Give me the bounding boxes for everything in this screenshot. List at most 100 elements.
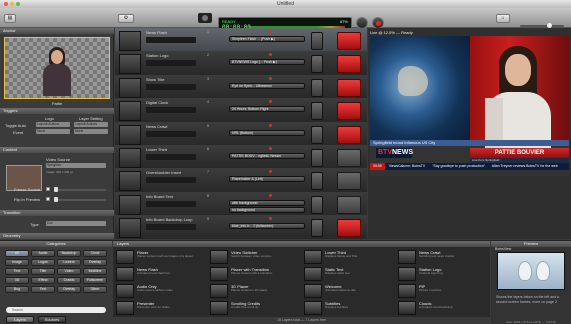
anchor-section-header[interactable]: Anchor: [0, 28, 114, 34]
layer-variant-select[interactable]: Eye on Sprin... Ultrasmon: [229, 82, 305, 89]
layer-slider[interactable]: [146, 60, 196, 67]
fullscreen-button[interactable]: ⌂: [496, 14, 510, 23]
library-item-thumbnail[interactable]: [398, 284, 416, 298]
layer-variant-select[interactable]: BTVNEWS Logo (... Push ▶): [229, 59, 305, 66]
library-item[interactable]: 3D Placer Places content in 3D space: [210, 283, 300, 299]
zoom-window-button[interactable]: [16, 2, 20, 6]
category-button[interactable]: Overlay: [83, 259, 107, 266]
layer-row[interactable]: Overshoulder Insert 7 Placeholder & (Left): [115, 168, 367, 195]
library-item[interactable]: Lower Third Displays Name and Title: [304, 249, 394, 265]
library-item[interactable]: Video Switcher Switch between video sourc…: [210, 249, 300, 265]
layer-edit-button[interactable]: [311, 102, 323, 121]
layer-thumbnail[interactable]: [119, 77, 141, 98]
category-button[interactable]: Title: [31, 268, 55, 275]
layer-live-toggle[interactable]: [337, 219, 361, 238]
category-button[interactable]: Multiline: [83, 268, 107, 275]
layer-live-toggle[interactable]: [337, 32, 361, 50]
layer-edit-button[interactable]: [311, 149, 323, 167]
layer-thumbnail[interactable]: [119, 148, 141, 168]
category-button[interactable]: All: [5, 250, 29, 257]
layer-row[interactable]: Station Logo 2 BTVNEWS Logo (... Push ▶): [115, 51, 367, 78]
library-item-thumbnail[interactable]: [116, 250, 134, 264]
transition-section-header[interactable]: Transition: [0, 210, 114, 216]
layer-thumbnail[interactable]: [119, 31, 141, 51]
layer-row[interactable]: Show Title 3 Eye on Sprin... Ultrasmon: [115, 74, 367, 101]
layer-thumbnail[interactable]: [119, 194, 141, 215]
category-button[interactable]: Image: [5, 259, 29, 266]
freeze-slider-thumb[interactable]: [54, 187, 58, 192]
category-button[interactable]: Crawls: [57, 277, 81, 284]
layer-variant-select[interactable]: URL (Bottom): [229, 129, 305, 136]
sidebar-toggle-button[interactable]: ▤: [4, 14, 16, 23]
triggers-section-header[interactable]: Triggers: [0, 108, 114, 114]
layer-slider[interactable]: [146, 83, 196, 90]
category-button[interactable]: Overlay: [57, 286, 81, 293]
close-window-button[interactable]: [4, 2, 8, 6]
event-field[interactable]: None: [36, 129, 70, 134]
library-item[interactable]: Subtitles Displays subtitles: [304, 300, 394, 316]
layer-slider[interactable]: [146, 154, 196, 160]
category-button[interactable]: Fullscreen: [83, 277, 107, 284]
anchor-preview[interactable]: [4, 37, 110, 99]
category-button[interactable]: Clock: [83, 250, 107, 257]
layer-variant-select[interactable]: Simpleen Flash ... (Push ▶): [229, 36, 305, 42]
category-button[interactable]: Video: [57, 268, 81, 275]
layer-live-toggle[interactable]: [337, 149, 361, 167]
layer-edit-button[interactable]: [311, 55, 323, 74]
freeze-slider[interactable]: [54, 187, 106, 192]
layer-slider[interactable]: [146, 130, 196, 137]
layer-slider[interactable]: [146, 177, 196, 184]
layer-slider[interactable]: [146, 107, 196, 114]
layer-edit-button[interactable]: [311, 219, 323, 238]
library-item[interactable]: Placer Places content such as images of a…: [116, 249, 206, 265]
library-item-thumbnail[interactable]: [304, 250, 322, 264]
layer-variant-select[interactable]: Placeholder & (Left): [229, 176, 305, 183]
layer-row[interactable]: Lower Third 6 PATTIE BOUV... ngfield, Ness…: [115, 145, 367, 171]
layer-slider[interactable]: [146, 37, 196, 43]
category-button[interactable]: Backdrop: [57, 250, 81, 257]
category-button[interactable]: Text: [5, 268, 29, 275]
library-item-thumbnail[interactable]: [398, 250, 416, 264]
toggle-field-2[interactable]: Layout Autuos: [74, 122, 108, 127]
library-item[interactable]: PiP Picture in picture: [398, 283, 488, 299]
layer-row[interactable]: Digital Clock 4 24 Hours, Bottom Right: [115, 98, 367, 125]
layer-live-toggle[interactable]: [337, 102, 361, 121]
search-input[interactable]: Search: [6, 307, 106, 313]
layer-variant-select[interactable]: 24 Hours, Bottom Right: [229, 106, 305, 113]
layer-live-toggle[interactable]: [337, 55, 361, 74]
geometry-section-header[interactable]: Geometry: [0, 233, 114, 239]
library-item-thumbnail[interactable]: [304, 284, 322, 298]
layer-row[interactable]: News Crawl 5 URL (Bottom): [115, 121, 367, 148]
library-item-thumbnail[interactable]: [210, 250, 228, 264]
layer-thumbnail[interactable]: [119, 171, 141, 192]
layer-live-toggle[interactable]: [337, 172, 361, 191]
layer-edit-button[interactable]: [311, 78, 323, 97]
layer-edit-button[interactable]: [311, 172, 323, 191]
library-item[interactable]: Welcome Animated welcome title: [304, 283, 394, 299]
settings-button[interactable]: ⚙: [118, 14, 134, 23]
toggle-field[interactable]: Layout Autuos: [36, 122, 70, 127]
library-item-thumbnail[interactable]: [116, 301, 134, 315]
layer-variant-select-2[interactable]: no background: [229, 206, 305, 213]
layer-slider[interactable]: [146, 224, 196, 231]
library-item-thumbnail[interactable]: [398, 301, 416, 315]
category-button[interactable]: Effect: [31, 277, 55, 284]
layer-thumbnail[interactable]: [119, 54, 141, 75]
category-button[interactable]: Audio: [31, 250, 55, 257]
library-item-thumbnail[interactable]: [116, 284, 134, 298]
layer-variant-select[interactable]: PATTIE BOUV... ngfield, Nessie: [229, 153, 305, 159]
layer-row[interactable]: News Flash 1 Simpleen Flash ... (Push ▶): [115, 28, 367, 54]
library-item-thumbnail[interactable]: [210, 301, 228, 315]
library-item[interactable]: Clouds Animated cloud backdrop: [398, 300, 488, 316]
layer-live-toggle[interactable]: [337, 78, 361, 97]
layer-edit-button[interactable]: [311, 32, 323, 50]
library-item-thumbnail[interactable]: [116, 267, 134, 281]
layer-row[interactable]: Info Board Text 8 with background no backgr…: [115, 191, 367, 218]
library-item[interactable]: Audio Only Audio source without video: [116, 283, 206, 299]
library-item-thumbnail[interactable]: [398, 267, 416, 281]
library-item[interactable]: Static Text Displays static text: [304, 266, 394, 282]
layer-edit-button[interactable]: [311, 195, 323, 214]
library-item[interactable]: Presenter Presenter view for slides: [116, 300, 206, 316]
content-section-header[interactable]: Content: [0, 147, 114, 153]
flip-slider-thumb[interactable]: [54, 197, 58, 202]
